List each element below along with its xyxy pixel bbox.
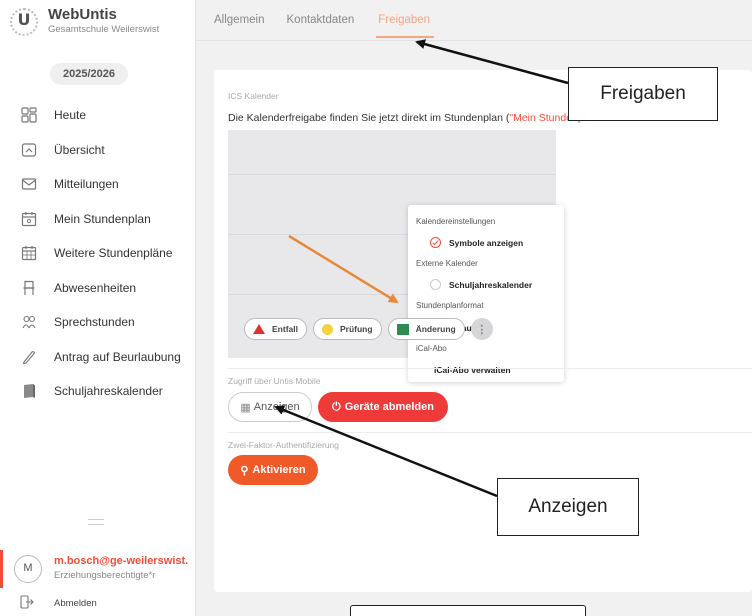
anzeigen-button[interactable]: ▦ Anzeigen — [228, 392, 312, 422]
callout-anzeigen: Anzeigen — [497, 478, 639, 536]
popup-heading: Kalendereinstellungen — [416, 217, 496, 226]
power-icon: ⏻ — [332, 400, 341, 413]
school-name: Gesamtschule Weilerswist — [48, 24, 160, 35]
chair-icon — [20, 279, 38, 297]
sidebar-item-label: Sprechstunden — [54, 315, 135, 330]
school-year-selector[interactable]: 2025/2026 — [50, 63, 128, 85]
webuntis-logo-icon: U — [8, 6, 40, 38]
sidebar-nav: Heute Übersicht Mitteilungen Mein Stunde… — [0, 98, 196, 409]
legend-pruefung[interactable]: Prüfung — [312, 318, 382, 340]
user-role: Erziehungsberechtigte*r — [54, 570, 156, 581]
sidebar-item-label: Übersicht — [54, 142, 105, 157]
mobile-section-label: Zugriff über Untis Mobile — [228, 376, 321, 386]
mail-icon — [20, 175, 38, 193]
sidebar-item-sprechstunden[interactable]: Sprechstunden — [0, 305, 196, 340]
calendar-grid-icon — [20, 244, 38, 262]
legend-entfall[interactable]: Entfall — [244, 318, 307, 340]
aktivieren-button[interactable]: ⚲ Aktivieren — [228, 455, 318, 485]
app-name: WebUntis — [48, 6, 117, 23]
tab-allgemein[interactable]: Allgemein — [214, 14, 265, 38]
popup-heading: Externe Kalender — [416, 259, 478, 268]
tab-kontaktdaten[interactable]: Kontaktdaten — [287, 14, 355, 38]
logout-button[interactable]: Abmelden — [20, 595, 97, 612]
ical-abo-verwalten-link[interactable]: iCal-Abo verwalten — [434, 365, 511, 375]
option-schuljahreskalender[interactable]: Schuljahreskalender — [430, 279, 532, 290]
logout-label: Abmelden — [54, 598, 97, 609]
sidebar-item-heute[interactable]: Heute — [0, 98, 196, 133]
dashboard-icon — [20, 106, 38, 124]
sidebar-item-label: Weitere Stundenpläne — [54, 246, 173, 261]
calendar-settings-popup: Kalendereinstellungen Symbole anzeigen E… — [408, 205, 564, 382]
sidebar-item-label: Mitteilungen — [54, 177, 119, 192]
sidebar-item-schuljahreskalender[interactable]: Schuljahreskalender — [0, 374, 196, 409]
radio-icon — [430, 279, 441, 290]
avatar: M — [14, 555, 42, 583]
more-options-button[interactable]: ⋮ — [470, 318, 493, 340]
bottom-overlay-box — [350, 605, 586, 616]
popup-heading: iCal-Abo — [416, 344, 447, 353]
sidebar-item-label: Schuljahreskalender — [54, 384, 163, 399]
check-icon — [430, 237, 441, 248]
calendar-person-icon — [20, 210, 38, 228]
pen-icon — [20, 348, 38, 366]
circle-icon — [321, 323, 333, 335]
user-profile[interactable]: M m.bosch@ge-weilerswist. Erziehungsbere… — [0, 546, 196, 592]
key-icon: ⚲ — [240, 464, 249, 477]
sidebar-item-abwesenheiten[interactable]: Abwesenheiten — [0, 271, 196, 306]
triangle-icon — [253, 324, 265, 334]
sidebar-item-mitteilungen[interactable]: Mitteilungen — [0, 167, 196, 202]
freigaben-card: ICS Kalender Die Kalenderfreigabe finden… — [214, 70, 752, 592]
calendar-settings-preview: Kalendereinstellungen Symbole anzeigen E… — [228, 130, 564, 382]
sidebar-item-label: Mein Stundenplan — [54, 211, 151, 226]
sidebar-item-uebersicht[interactable]: Übersicht — [0, 133, 196, 168]
square-icon — [396, 323, 409, 335]
option-symbole-anzeigen[interactable]: Symbole anzeigen — [430, 237, 523, 248]
sidebar-item-mein-stundenplan[interactable]: Mein Stundenplan — [0, 202, 196, 237]
sidebar-item-antrag-beurlaubung[interactable]: Antrag auf Beurlaubung — [0, 340, 196, 375]
twofa-section-label: Zwei-Faktor-Authentifizierung — [228, 440, 340, 450]
sidebar-item-label: Antrag auf Beurlaubung — [54, 349, 181, 364]
ics-description: Die Kalenderfreigabe finden Sie jetzt di… — [228, 112, 587, 124]
brand[interactable]: U WebUntis Gesamtschule Weilerswist — [8, 6, 159, 38]
people-icon — [20, 313, 38, 331]
sidebar-item-label: Abwesenheiten — [54, 280, 137, 295]
ics-section-label: ICS Kalender — [228, 91, 279, 101]
sidebar-item-weitere-stundenplaene[interactable]: Weitere Stundenpläne — [0, 236, 196, 271]
overview-icon — [20, 141, 38, 159]
legend-bar: Entfall Prüfung Änderung ⋮ — [244, 315, 493, 343]
callout-freigaben: Freigaben — [568, 67, 718, 121]
legend-aenderung[interactable]: Änderung — [387, 318, 465, 340]
sidebar: U WebUntis Gesamtschule Weilerswist 2025… — [0, 0, 196, 616]
tab-divider — [196, 40, 752, 41]
geraete-abmelden-button[interactable]: ⏻ Geräte abmelden — [318, 392, 448, 422]
user-name: m.bosch@ge-weilerswist. — [54, 555, 189, 567]
tab-freigaben[interactable]: Freigaben — [376, 14, 435, 38]
qr-icon: ▦ — [240, 401, 251, 414]
book-icon — [20, 382, 38, 400]
sidebar-item-label: Heute — [54, 108, 87, 123]
popup-heading: Stundenplanformat — [416, 301, 484, 310]
logout-icon — [20, 595, 38, 612]
settings-tabs: Allgemein Kontaktdaten Freigaben — [214, 14, 456, 38]
sidebar-collapse-handle[interactable] — [88, 519, 104, 525]
